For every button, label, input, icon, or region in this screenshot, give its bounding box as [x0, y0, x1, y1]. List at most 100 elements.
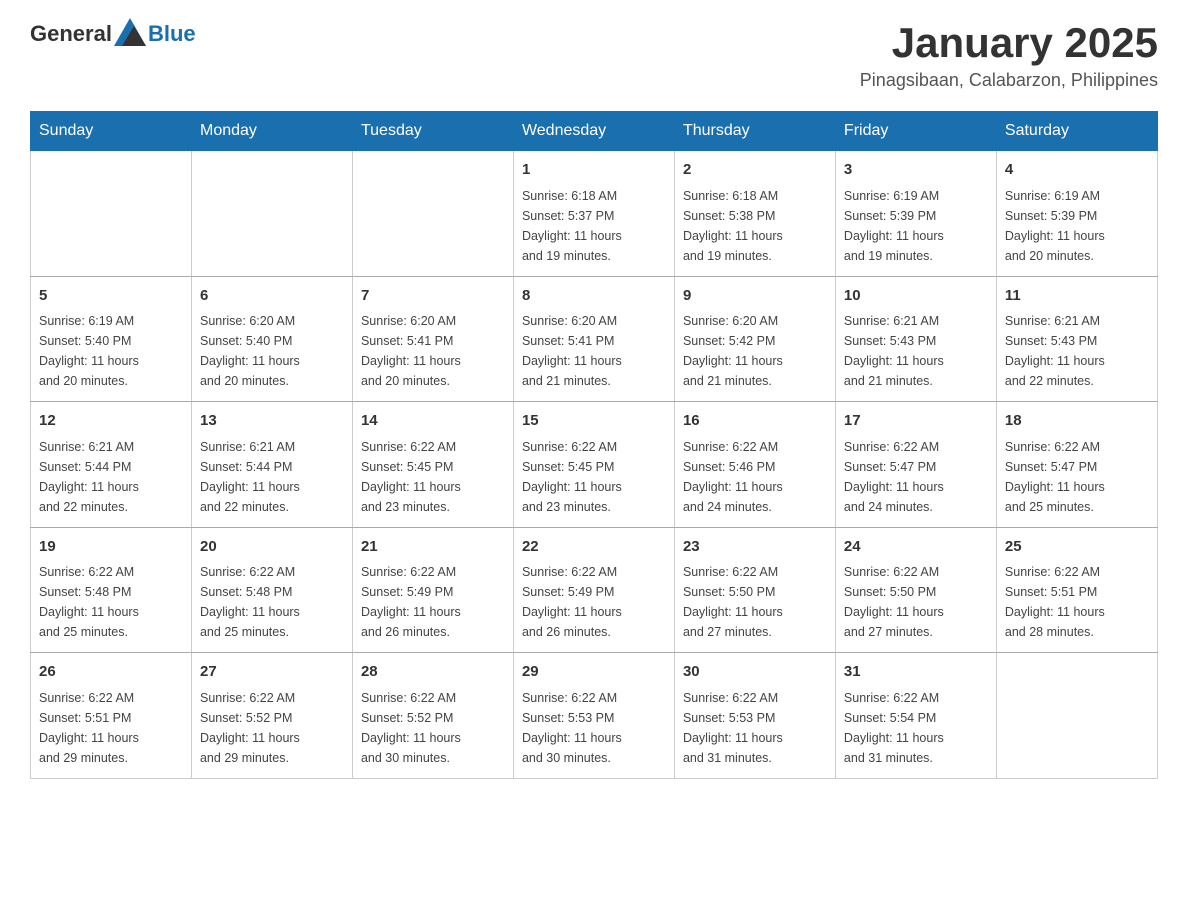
day-info: Sunrise: 6:20 AM Sunset: 5:42 PM Dayligh… [683, 311, 827, 391]
day-number: 1 [522, 159, 666, 182]
day-info: Sunrise: 6:21 AM Sunset: 5:44 PM Dayligh… [200, 437, 344, 517]
calendar-cell: 20Sunrise: 6:22 AM Sunset: 5:48 PM Dayli… [191, 527, 352, 653]
day-number: 18 [1005, 410, 1149, 433]
day-info: Sunrise: 6:22 AM Sunset: 5:49 PM Dayligh… [361, 562, 505, 642]
calendar-cell: 9 Sunrise: 6:20 AM Sunset: 5:42 PM Daylig… [674, 276, 835, 402]
day-number: 3 [844, 159, 988, 182]
weekday-header-row: SundayMondayTuesdayWednesdayThursdayFrid… [31, 112, 1158, 151]
day-info: Sunrise: 6:22 AM Sunset: 5:50 PM Dayligh… [683, 562, 827, 642]
weekday-header-wednesday: Wednesday [513, 112, 674, 151]
calendar-cell: 17Sunrise: 6:22 AM Sunset: 5:47 PM Dayli… [835, 402, 996, 528]
calendar-week-row: 26 Sunrise: 6:22 AM Sunset: 5:51 PM Dayli… [31, 653, 1158, 779]
calendar-cell: 28Sunrise: 6:22 AM Sunset: 5:52 PM Dayli… [352, 653, 513, 779]
calendar-cell [352, 151, 513, 277]
logo-general: General [30, 21, 112, 47]
calendar-week-row: 19Sunrise: 6:22 AM Sunset: 5:48 PM Dayli… [31, 527, 1158, 653]
calendar-cell: 5 Sunrise: 6:19 AM Sunset: 5:40 PM Daylig… [31, 276, 192, 402]
day-info: Sunrise: 6:22 AM Sunset: 5:54 PM Dayligh… [844, 688, 988, 768]
day-number: 11 [1005, 285, 1149, 308]
calendar-cell: 8 Sunrise: 6:20 AM Sunset: 5:41 PM Daylig… [513, 276, 674, 402]
calendar-table: SundayMondayTuesdayWednesdayThursdayFrid… [30, 111, 1158, 779]
day-info: Sunrise: 6:22 AM Sunset: 5:50 PM Dayligh… [844, 562, 988, 642]
day-info: Sunrise: 6:22 AM Sunset: 5:53 PM Dayligh… [522, 688, 666, 768]
calendar-cell: 4 Sunrise: 6:19 AM Sunset: 5:39 PM Daylig… [996, 151, 1157, 277]
day-number: 25 [1005, 536, 1149, 559]
day-info: Sunrise: 6:22 AM Sunset: 5:51 PM Dayligh… [39, 688, 183, 768]
calendar-cell: 16 Sunrise: 6:22 AM Sunset: 5:46 PM Dayli… [674, 402, 835, 528]
logo[interactable]: General Blue [30, 20, 196, 48]
calendar-cell: 13 Sunrise: 6:21 AM Sunset: 5:44 PM Dayli… [191, 402, 352, 528]
calendar-week-row: 12 Sunrise: 6:21 AM Sunset: 5:44 PM Dayli… [31, 402, 1158, 528]
calendar-cell: 31 Sunrise: 6:22 AM Sunset: 5:54 PM Dayli… [835, 653, 996, 779]
day-info: Sunrise: 6:21 AM Sunset: 5:43 PM Dayligh… [1005, 311, 1149, 391]
title-block: January 2025 Pinagsibaan, Calabarzon, Ph… [860, 20, 1158, 91]
day-info: Sunrise: 6:22 AM Sunset: 5:46 PM Dayligh… [683, 437, 827, 517]
calendar-cell: 15Sunrise: 6:22 AM Sunset: 5:45 PM Dayli… [513, 402, 674, 528]
logo-icon [114, 18, 146, 46]
day-number: 22 [522, 536, 666, 559]
day-number: 6 [200, 285, 344, 308]
day-number: 26 [39, 661, 183, 684]
calendar-cell: 6 Sunrise: 6:20 AM Sunset: 5:40 PM Daylig… [191, 276, 352, 402]
day-number: 29 [522, 661, 666, 684]
day-number: 15 [522, 410, 666, 433]
month-title: January 2025 [860, 20, 1158, 66]
calendar-week-row: 1Sunrise: 6:18 AM Sunset: 5:37 PM Daylig… [31, 151, 1158, 277]
day-info: Sunrise: 6:19 AM Sunset: 5:39 PM Dayligh… [1005, 186, 1149, 266]
day-number: 5 [39, 285, 183, 308]
day-info: Sunrise: 6:20 AM Sunset: 5:41 PM Dayligh… [361, 311, 505, 391]
calendar-cell: 3 Sunrise: 6:19 AM Sunset: 5:39 PM Daylig… [835, 151, 996, 277]
day-info: Sunrise: 6:22 AM Sunset: 5:49 PM Dayligh… [522, 562, 666, 642]
calendar-cell: 25 Sunrise: 6:22 AM Sunset: 5:51 PM Dayli… [996, 527, 1157, 653]
weekday-header-saturday: Saturday [996, 112, 1157, 151]
calendar-cell: 10 Sunrise: 6:21 AM Sunset: 5:43 PM Dayli… [835, 276, 996, 402]
day-info: Sunrise: 6:21 AM Sunset: 5:44 PM Dayligh… [39, 437, 183, 517]
calendar-cell: 7 Sunrise: 6:20 AM Sunset: 5:41 PM Daylig… [352, 276, 513, 402]
calendar-cell: 29 Sunrise: 6:22 AM Sunset: 5:53 PM Dayli… [513, 653, 674, 779]
day-info: Sunrise: 6:19 AM Sunset: 5:40 PM Dayligh… [39, 311, 183, 391]
day-number: 31 [844, 661, 988, 684]
calendar-cell: 18Sunrise: 6:22 AM Sunset: 5:47 PM Dayli… [996, 402, 1157, 528]
calendar-cell: 19Sunrise: 6:22 AM Sunset: 5:48 PM Dayli… [31, 527, 192, 653]
day-number: 4 [1005, 159, 1149, 182]
day-number: 14 [361, 410, 505, 433]
location-title: Pinagsibaan, Calabarzon, Philippines [860, 70, 1158, 91]
day-number: 23 [683, 536, 827, 559]
day-info: Sunrise: 6:22 AM Sunset: 5:52 PM Dayligh… [361, 688, 505, 768]
day-number: 8 [522, 285, 666, 308]
weekday-header-sunday: Sunday [31, 112, 192, 151]
day-info: Sunrise: 6:21 AM Sunset: 5:43 PM Dayligh… [844, 311, 988, 391]
day-number: 10 [844, 285, 988, 308]
day-info: Sunrise: 6:19 AM Sunset: 5:39 PM Dayligh… [844, 186, 988, 266]
day-number: 27 [200, 661, 344, 684]
day-number: 30 [683, 661, 827, 684]
calendar-cell: 30 Sunrise: 6:22 AM Sunset: 5:53 PM Dayli… [674, 653, 835, 779]
calendar-cell: 11 Sunrise: 6:21 AM Sunset: 5:43 PM Dayli… [996, 276, 1157, 402]
calendar-week-row: 5 Sunrise: 6:19 AM Sunset: 5:40 PM Daylig… [31, 276, 1158, 402]
day-number: 24 [844, 536, 988, 559]
calendar-cell: 26 Sunrise: 6:22 AM Sunset: 5:51 PM Dayli… [31, 653, 192, 779]
day-info: Sunrise: 6:22 AM Sunset: 5:47 PM Dayligh… [844, 437, 988, 517]
day-number: 12 [39, 410, 183, 433]
page-header: General Blue January 2025 Pinagsibaan, C… [30, 20, 1158, 91]
weekday-header-thursday: Thursday [674, 112, 835, 151]
day-info: Sunrise: 6:20 AM Sunset: 5:40 PM Dayligh… [200, 311, 344, 391]
calendar-cell: 1Sunrise: 6:18 AM Sunset: 5:37 PM Daylig… [513, 151, 674, 277]
calendar-cell [191, 151, 352, 277]
day-number: 2 [683, 159, 827, 182]
day-number: 7 [361, 285, 505, 308]
day-info: Sunrise: 6:20 AM Sunset: 5:41 PM Dayligh… [522, 311, 666, 391]
day-info: Sunrise: 6:22 AM Sunset: 5:48 PM Dayligh… [200, 562, 344, 642]
calendar-cell: 24 Sunrise: 6:22 AM Sunset: 5:50 PM Dayli… [835, 527, 996, 653]
day-number: 9 [683, 285, 827, 308]
calendar-cell: 12 Sunrise: 6:21 AM Sunset: 5:44 PM Dayli… [31, 402, 192, 528]
day-number: 16 [683, 410, 827, 433]
logo-blue: Blue [148, 21, 196, 47]
day-info: Sunrise: 6:18 AM Sunset: 5:38 PM Dayligh… [683, 186, 827, 266]
day-info: Sunrise: 6:22 AM Sunset: 5:51 PM Dayligh… [1005, 562, 1149, 642]
day-info: Sunrise: 6:22 AM Sunset: 5:52 PM Dayligh… [200, 688, 344, 768]
day-info: Sunrise: 6:22 AM Sunset: 5:53 PM Dayligh… [683, 688, 827, 768]
weekday-header-tuesday: Tuesday [352, 112, 513, 151]
calendar-cell [31, 151, 192, 277]
day-number: 13 [200, 410, 344, 433]
